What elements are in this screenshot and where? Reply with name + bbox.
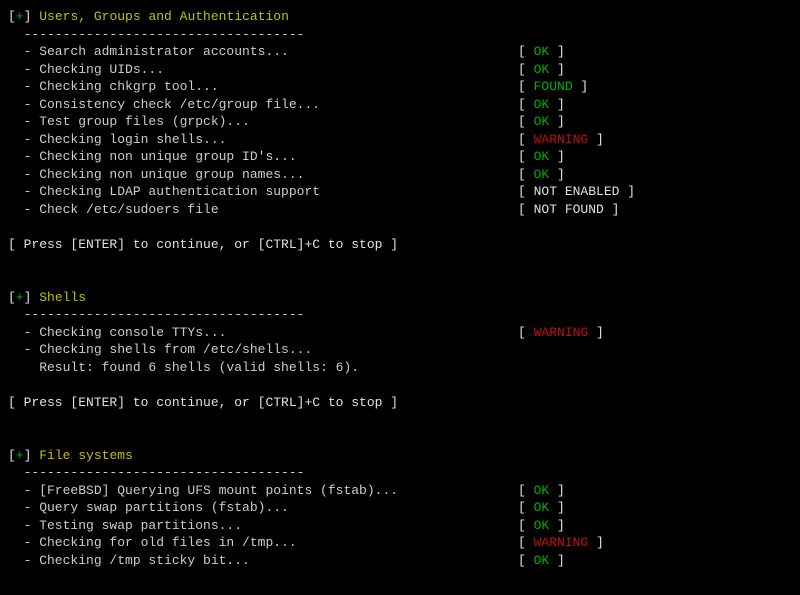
section-separator: ------------------------------------ (8, 306, 792, 324)
check-description: - Checking for old files in /tmp... (8, 534, 518, 552)
section-separator: ------------------------------------ (8, 26, 792, 44)
check-status: [ OK ] (518, 148, 565, 166)
check-description: - Search administrator accounts... (8, 43, 518, 61)
blank-line (8, 412, 792, 430)
check-row: - Checking non unique group names...[ OK… (8, 166, 792, 184)
check-status: [ OK ] (518, 517, 565, 535)
section-title: File systems (39, 448, 133, 463)
check-row: - Checking login shells...[ WARNING ] (8, 131, 792, 149)
check-description: - Checking non unique group names... (8, 166, 518, 184)
check-status: [ FOUND ] (518, 78, 588, 96)
check-row: - Query swap partitions (fstab)...[ OK ] (8, 499, 792, 517)
check-row: - Checking for old files in /tmp...[ WAR… (8, 534, 792, 552)
check-row: - Checking chkgrp tool...[ FOUND ] (8, 78, 792, 96)
check-status: [ WARNING ] (518, 534, 604, 552)
check-row: Result: found 6 shells (valid shells: 6)… (8, 359, 792, 377)
check-status: [ OK ] (518, 482, 565, 500)
check-status: [ OK ] (518, 113, 565, 131)
check-description: - Consistency check /etc/group file... (8, 96, 518, 114)
check-description: - [FreeBSD] Querying UFS mount points (f… (8, 482, 518, 500)
check-description: - Checking shells from /etc/shells... (8, 341, 518, 359)
check-row: - Checking non unique group ID's...[ OK … (8, 148, 792, 166)
section-header: [+] Shells (8, 289, 792, 307)
check-row: - Checking UIDs...[ OK ] (8, 61, 792, 79)
check-description: - Checking console TTYs... (8, 324, 518, 342)
check-row: - [FreeBSD] Querying UFS mount points (f… (8, 482, 792, 500)
check-description: - Checking login shells... (8, 131, 518, 149)
check-description: - Test group files (grpck)... (8, 113, 518, 131)
check-description: - Checking chkgrp tool... (8, 78, 518, 96)
check-row: - Checking LDAP authentication support[ … (8, 183, 792, 201)
check-description: - Check /etc/sudoers file (8, 201, 518, 219)
terminal-output: [+] Users, Groups and Authentication ---… (8, 8, 792, 587)
check-description: - Testing swap partitions... (8, 517, 518, 535)
check-status: [ NOT FOUND ] (518, 201, 619, 219)
blank-line (8, 254, 792, 272)
check-row: - Consistency check /etc/group file...[ … (8, 96, 792, 114)
check-description: - Checking UIDs... (8, 61, 518, 79)
section-separator: ------------------------------------ (8, 464, 792, 482)
check-description: - Query swap partitions (fstab)... (8, 499, 518, 517)
blank-line (8, 429, 792, 447)
check-status: [ OK ] (518, 43, 565, 61)
check-status: [ OK ] (518, 499, 565, 517)
check-description: Result: found 6 shells (valid shells: 6)… (8, 359, 518, 377)
section-title: Shells (39, 290, 86, 305)
check-row: - Check /etc/sudoers file[ NOT FOUND ] (8, 201, 792, 219)
section-title: Users, Groups and Authentication (39, 9, 289, 24)
blank-line (8, 570, 792, 588)
blank-line (8, 219, 792, 237)
check-row: - Checking console TTYs...[ WARNING ] (8, 324, 792, 342)
check-status: [ OK ] (518, 61, 565, 79)
check-status: [ NOT ENABLED ] (518, 183, 635, 201)
section-header: [+] Users, Groups and Authentication (8, 8, 792, 26)
check-status: [ WARNING ] (518, 324, 604, 342)
check-status: [ WARNING ] (518, 131, 604, 149)
blank-line (8, 271, 792, 289)
continue-prompt[interactable]: [ Press [ENTER] to continue, or [CTRL]+C… (8, 236, 792, 254)
check-status: [ OK ] (518, 166, 565, 184)
check-status: [ OK ] (518, 96, 565, 114)
check-description: - Checking non unique group ID's... (8, 148, 518, 166)
check-description: - Checking LDAP authentication support (8, 183, 518, 201)
blank-line (8, 376, 792, 394)
check-row: - Testing swap partitions...[ OK ] (8, 517, 792, 535)
check-row: - Test group files (grpck)...[ OK ] (8, 113, 792, 131)
continue-prompt[interactable]: [ Press [ENTER] to continue, or [CTRL]+C… (8, 394, 792, 412)
check-row: - Search administrator accounts...[ OK ] (8, 43, 792, 61)
section-header: [+] File systems (8, 447, 792, 465)
check-row: - Checking shells from /etc/shells... (8, 341, 792, 359)
